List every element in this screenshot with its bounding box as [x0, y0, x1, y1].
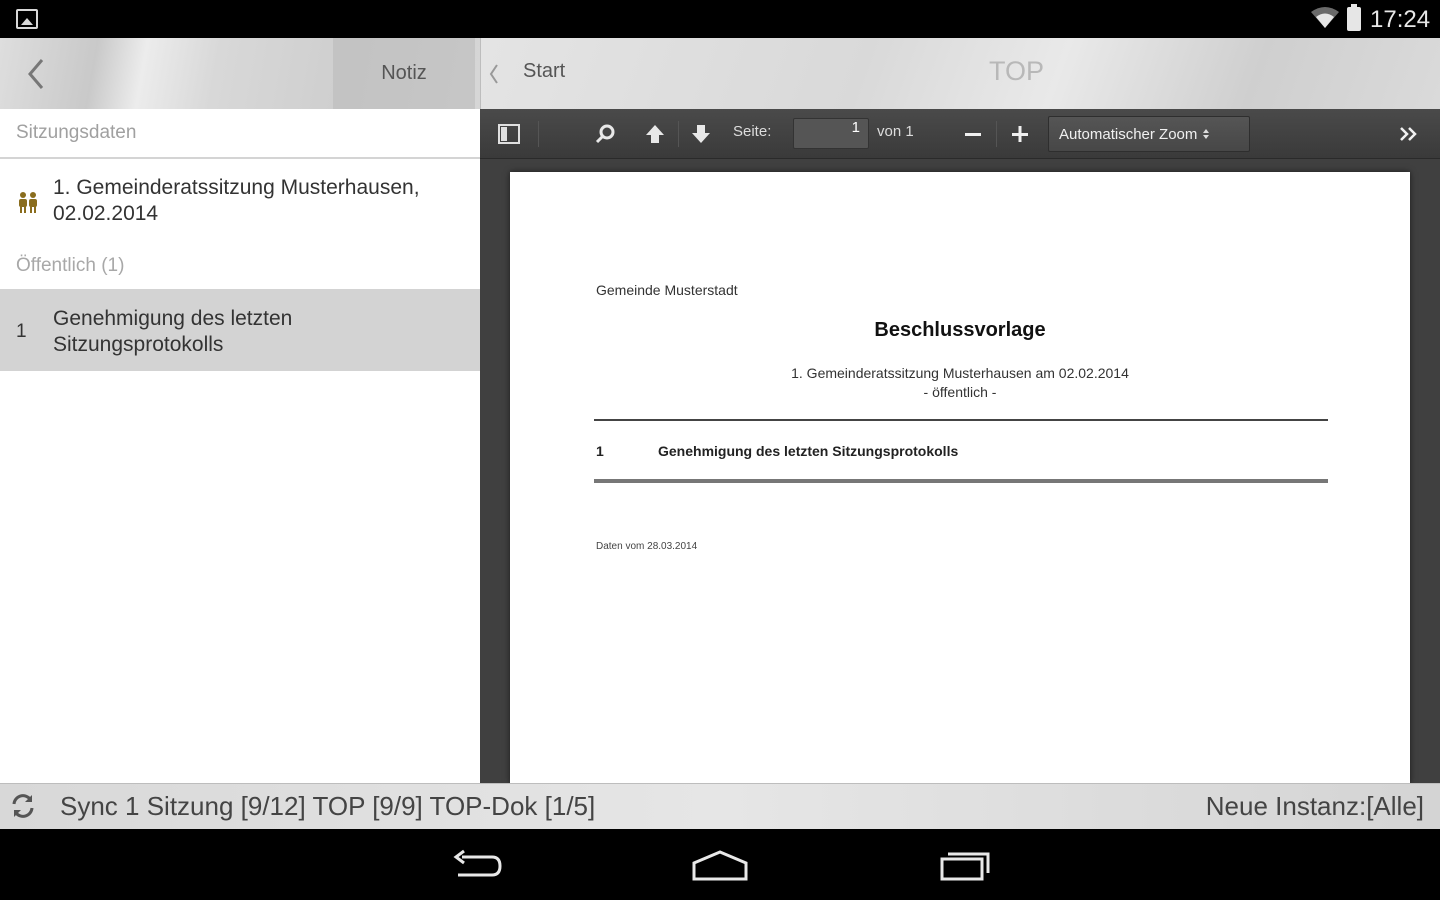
session-list-item[interactable]: 1. Gemeinderatssitzung Musterhausen, 02.…: [0, 159, 480, 243]
pdf-item-number: 1: [596, 443, 604, 459]
sync-icon[interactable]: [9, 792, 37, 820]
sync-status-bar: Sync 1 Sitzung [9/12] TOP [9/9] TOP-Dok …: [0, 783, 1440, 829]
pdf-divider: [594, 479, 1328, 483]
recent-apps-icon[interactable]: [934, 847, 994, 883]
notiz-button[interactable]: Notiz: [333, 38, 475, 109]
zoom-select-label: Automatischer Zoom: [1059, 125, 1198, 143]
toolbar-divider: [996, 121, 997, 147]
select-arrows-icon: [1203, 129, 1210, 139]
more-tools-icon[interactable]: [1394, 119, 1424, 149]
pdf-date-note: Daten vom 28.03.2014: [596, 541, 698, 552]
home-icon[interactable]: [690, 847, 750, 883]
system-nav-bar: [0, 829, 1440, 900]
back-arrow-icon[interactable]: [18, 54, 54, 94]
left-action-bar: Notiz: [0, 38, 480, 109]
pdf-document-subtitle: 1. Gemeinderatssitzung Musterhausen am 0…: [510, 364, 1410, 402]
pdf-municipality: Gemeinde Musterstadt: [596, 282, 738, 298]
sync-status-text: Sync 1 Sitzung [9/12] TOP [9/9] TOP-Dok …: [60, 791, 596, 821]
page-number-input[interactable]: 1: [793, 118, 869, 149]
zoom-out-icon[interactable]: [958, 119, 988, 149]
battery-icon: [1347, 4, 1361, 31]
zoom-select[interactable]: Automatischer Zoom: [1048, 116, 1250, 152]
pdf-subtitle-line1: 1. Gemeinderatssitzung Musterhausen am 0…: [791, 365, 1129, 381]
session-title-line2: 02.02.2014: [53, 202, 159, 225]
right-action-bar: Start TOP: [480, 38, 1440, 109]
instance-selector[interactable]: Neue Instanz:[Alle]: [1206, 791, 1424, 822]
search-icon[interactable]: [590, 119, 620, 149]
top-item-number: 1: [16, 321, 27, 342]
zoom-in-icon[interactable]: [1005, 119, 1035, 149]
status-clock: 17:24: [1370, 6, 1431, 33]
top-item-title-line2: Sitzungsprotokolls: [53, 333, 224, 356]
page-label: Seite:: [733, 123, 772, 140]
gallery-notification-icon: [16, 9, 38, 29]
pdf-divider: [594, 419, 1328, 421]
next-page-icon[interactable]: [686, 119, 716, 149]
toolbar-divider: [678, 121, 679, 147]
pdf-viewer: Seite: 1 von 1 Automatischer Zoom Gemein…: [480, 109, 1440, 783]
pdf-document-title: Beschlussvorlage: [874, 319, 1046, 341]
pdf-subtitle-line2: - öffentlich -: [923, 384, 997, 400]
page-title: TOP: [989, 56, 1045, 86]
start-button[interactable]: Start: [523, 60, 565, 83]
chevron-left-icon[interactable]: [487, 62, 501, 86]
sidebar-toggle-icon[interactable]: [494, 119, 524, 149]
subheader-oeffentlich: Öffentlich (1): [16, 255, 125, 276]
people-icon: [19, 192, 37, 213]
session-title-line1: 1. Gemeinderatssitzung Musterhausen,: [53, 176, 420, 199]
pdf-toolbar: Seite: 1 von 1 Automatischer Zoom: [480, 109, 1440, 159]
status-bar: 17:24: [0, 0, 1440, 38]
page-count: von 1: [877, 123, 914, 140]
previous-page-icon[interactable]: [640, 119, 670, 149]
toolbar-divider: [538, 121, 539, 147]
back-icon[interactable]: [448, 847, 508, 883]
top-list-item[interactable]: 1 Genehmigung des letzten Sitzungsprotok…: [0, 289, 480, 371]
pdf-item-title: Genehmigung des letzten Sitzungsprotokol…: [658, 443, 959, 459]
pdf-page: Gemeinde Musterstadt Beschlussvorlage 1.…: [510, 172, 1410, 783]
left-panel: Sitzungsdaten 1. Gemeinderatssitzung Mus…: [0, 109, 480, 783]
top-item-title-line1: Genehmigung des letzten: [53, 307, 293, 330]
wifi-icon: [1311, 7, 1339, 28]
section-header-sitzungsdaten: Sitzungsdaten: [0, 109, 480, 159]
